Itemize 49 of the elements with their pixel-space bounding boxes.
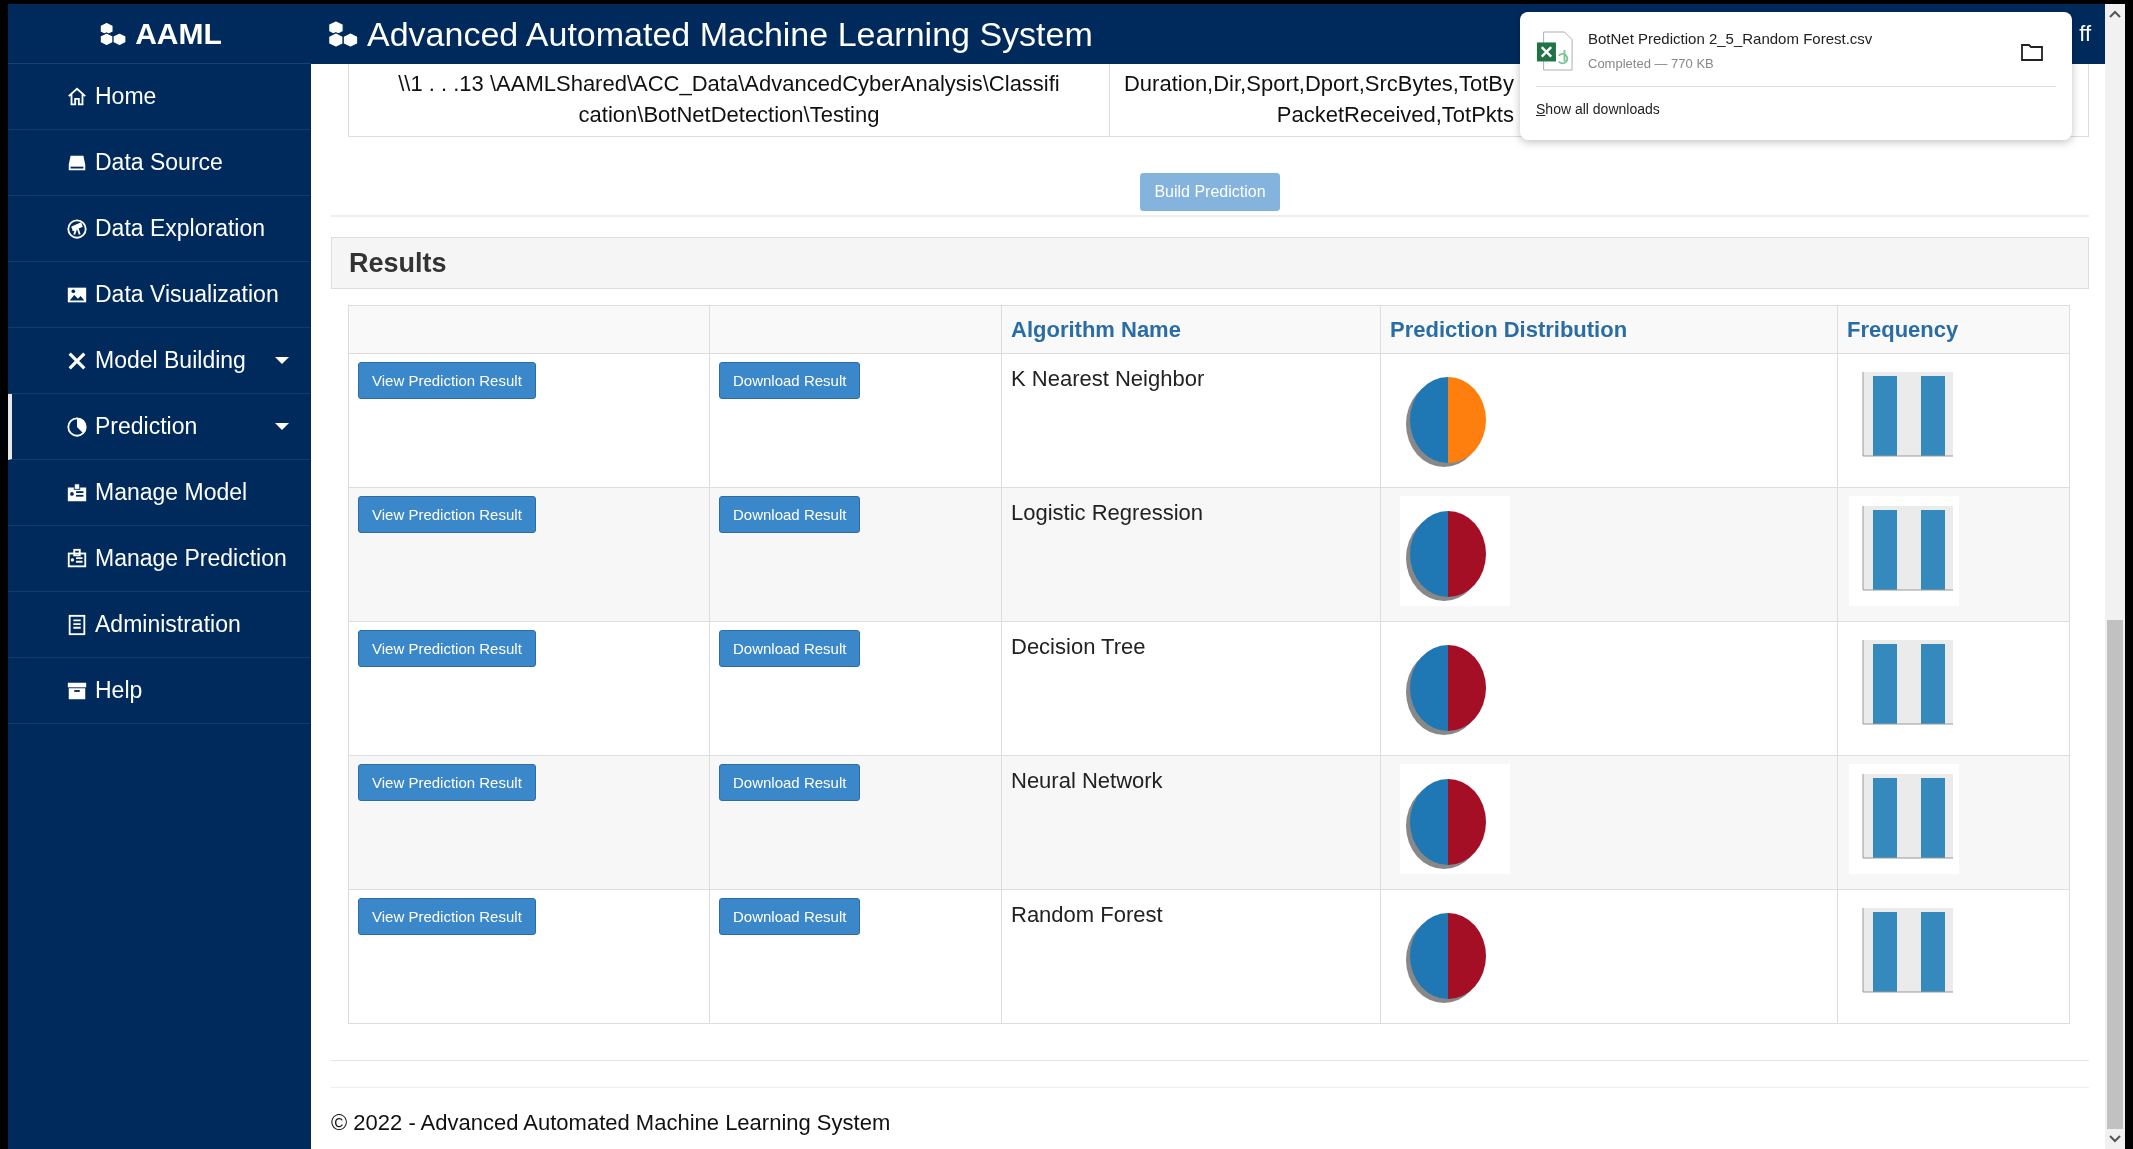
nav-item[interactable]: Home (8, 64, 311, 130)
brand-title: AAML (135, 16, 222, 51)
id-card-icon (66, 547, 88, 570)
download-button[interactable]: Download Result (719, 362, 861, 399)
nav-item[interactable]: Data Exploration (8, 196, 311, 262)
download-button[interactable]: Download Result (719, 496, 861, 533)
nav-item[interactable]: Data Source (8, 130, 311, 196)
file-name[interactable]: BotNet Prediction 2_5_Random Forest.csv (1588, 30, 2006, 47)
column-header: Frequency (1837, 305, 2070, 354)
table-cell: Decision Tree (1001, 621, 1381, 756)
nav-item[interactable]: Data Visualization (8, 262, 311, 328)
table-cell: Random Forest (1001, 889, 1381, 1024)
download-button[interactable]: Download Result (719, 630, 861, 667)
nav-item[interactable]: Prediction (8, 394, 311, 460)
download-status: Completed — 770 KB (1588, 56, 1715, 71)
scrollbar-thumb[interactable] (2107, 620, 2123, 1129)
table-cell: Neural Network (1001, 755, 1381, 890)
footer-text: © 2022 - Advanced Automated Machine Learning System (331, 1087, 2089, 1136)
logoff-link[interactable]: ff (2079, 21, 2105, 47)
document-icon (66, 613, 88, 636)
section-title: Results (349, 247, 447, 279)
spreadsheet-file-icon (1536, 30, 1574, 72)
table-cell: \\1 . . .13 \AAMLShared\ACC_Data\AdvancedCyberAnalysis\Classifi cation\BotNetDetection\Testing (349, 64, 1110, 136)
download-button[interactable]: Download Result (719, 898, 861, 935)
nav-item[interactable]: Administration (8, 592, 311, 658)
pie-chart-icon (66, 415, 88, 438)
view-result-button[interactable]: View Prediction Result (358, 362, 536, 399)
telescope-icon (66, 217, 88, 240)
table-cell-text: Duration,Dir,Sport,Dport,SrcBytes,TotBy PacketReceived,TotPkts (1122, 70, 1514, 129)
show-all-downloads-link[interactable]: Show all downloads (1536, 101, 1660, 117)
app-title: Advanced Automated Machine Learning System (367, 14, 1093, 54)
download-button[interactable]: Download Result (719, 764, 861, 801)
nav-item[interactable]: Help (8, 658, 311, 724)
table-cell: Logistic Regression (1001, 487, 1381, 622)
column-header: Prediction Distribution (1380, 305, 1838, 354)
table-cell: K Nearest Neighbor (1001, 353, 1381, 488)
view-result-button[interactable]: View Prediction Result (358, 630, 536, 667)
nav-item[interactable]: Manage Model (8, 460, 311, 526)
view-result-button[interactable]: View Prediction Result (358, 496, 536, 533)
id-card-icon (66, 481, 88, 504)
nav-item[interactable]: Manage Prediction (8, 526, 311, 592)
column-header: Algorithm Name (1001, 305, 1381, 354)
scroll-up-icon[interactable] (2109, 10, 2121, 18)
scroll-down-icon[interactable] (2109, 1135, 2121, 1143)
nav-item[interactable]: Model Building (8, 328, 311, 394)
scrollbar[interactable] (2105, 4, 2125, 1149)
view-result-button[interactable]: View Prediction Result (358, 764, 536, 801)
view-result-button[interactable]: View Prediction Result (358, 898, 536, 935)
home-icon (66, 85, 88, 108)
